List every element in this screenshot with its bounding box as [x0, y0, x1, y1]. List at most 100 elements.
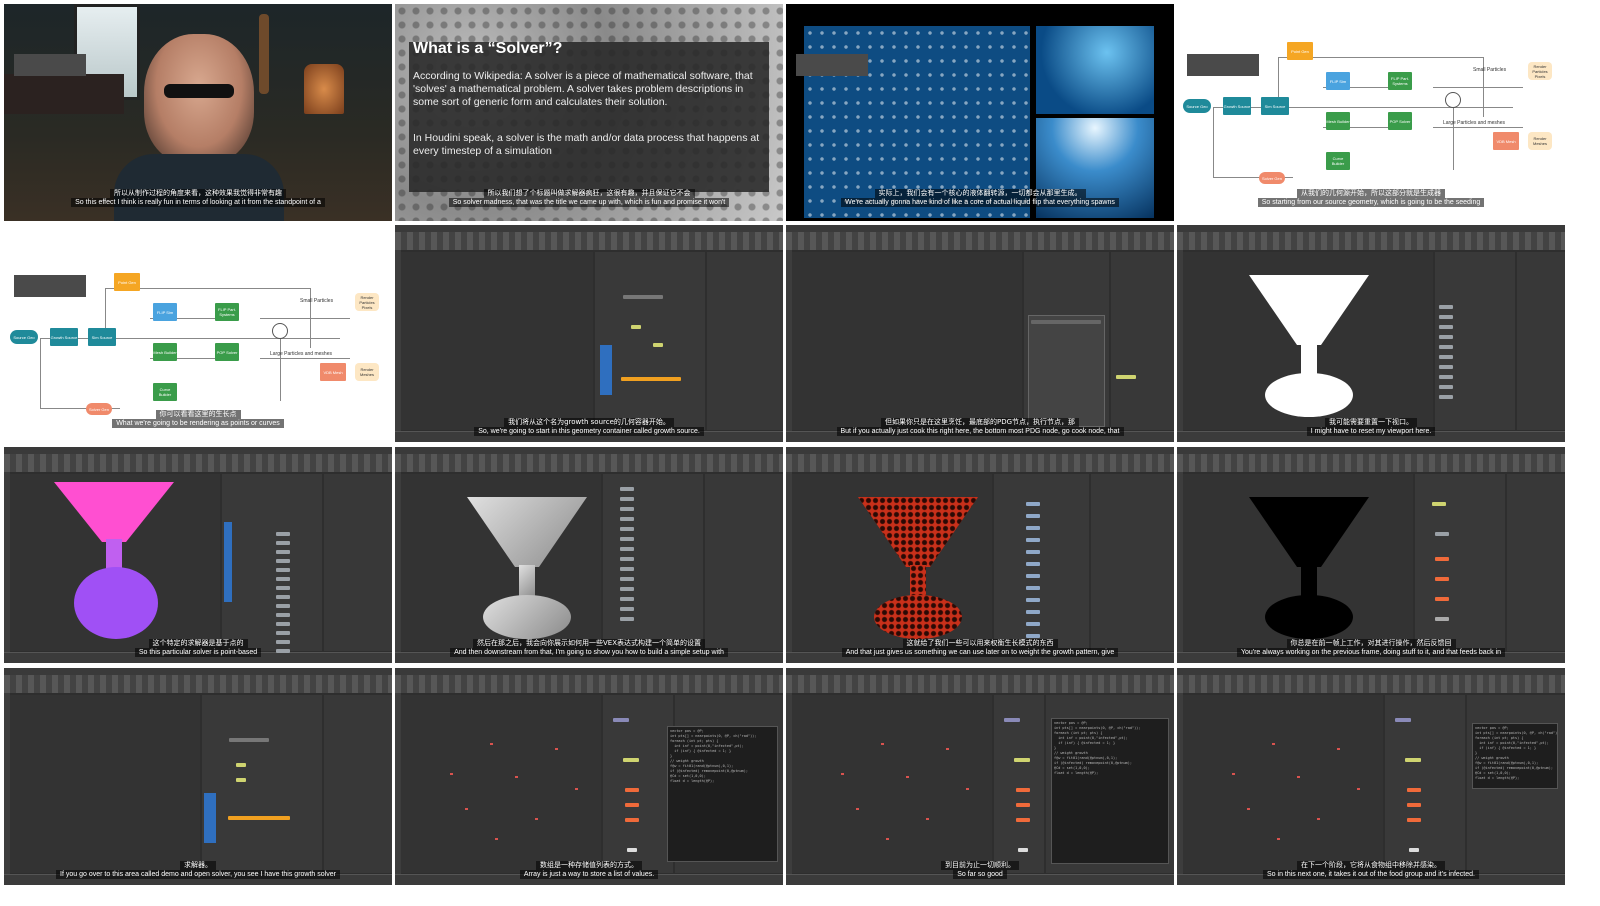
network-node[interactable] — [1031, 320, 1101, 324]
network-node[interactable] — [1439, 305, 1453, 309]
network-editor[interactable] — [603, 474, 703, 651]
network-node[interactable] — [1026, 634, 1040, 638]
network-node[interactable] — [1026, 502, 1040, 506]
network-node[interactable] — [276, 559, 290, 563]
network-node[interactable] — [620, 597, 634, 601]
network-node[interactable] — [1026, 586, 1040, 590]
vex-code-editor[interactable]: vector pos = @P; int pts[] = nearpoints(… — [667, 726, 778, 862]
network-node[interactable] — [276, 550, 290, 554]
network-node[interactable] — [620, 607, 634, 611]
network-node[interactable] — [620, 527, 634, 531]
network-node[interactable] — [1018, 848, 1028, 852]
video-frame-11[interactable]: 这就给了我们一些可以用来权衡生长模式的东西 And that just gives… — [786, 447, 1174, 663]
network-node[interactable] — [1016, 818, 1030, 822]
shelf-toolbar[interactable] — [1177, 675, 1565, 693]
network-node[interactable] — [276, 568, 290, 572]
network-node[interactable] — [621, 377, 681, 381]
shelf-toolbar[interactable] — [786, 232, 1174, 250]
network-node[interactable] — [1026, 574, 1040, 578]
menu-bar[interactable] — [786, 668, 1174, 675]
network-node[interactable] — [236, 763, 246, 767]
network-node[interactable] — [229, 738, 269, 742]
network-node[interactable] — [613, 718, 629, 722]
network-node[interactable] — [620, 537, 634, 541]
shelf-toolbar[interactable] — [1177, 454, 1565, 472]
video-frame-5[interactable]: Source Geo Growth Source Sim Source Point G… — [4, 225, 392, 442]
network-node[interactable] — [1016, 788, 1030, 792]
menu-bar[interactable] — [395, 447, 783, 454]
menu-bar[interactable] — [395, 225, 783, 232]
shelf-toolbar[interactable] — [786, 675, 1174, 693]
network-editor[interactable] — [1435, 252, 1515, 430]
network-node[interactable] — [1116, 375, 1136, 379]
network-node[interactable] — [1026, 526, 1040, 530]
viewport[interactable] — [401, 252, 593, 430]
network-node[interactable] — [631, 325, 641, 329]
network-editor[interactable] — [202, 695, 322, 873]
network-node[interactable] — [236, 778, 246, 782]
network-node[interactable] — [276, 577, 290, 581]
network-node[interactable] — [276, 595, 290, 599]
menu-bar[interactable] — [395, 668, 783, 675]
network-node[interactable] — [620, 577, 634, 581]
video-frame-14[interactable]: vector pos = @P; int pts[] = nearpoints(… — [395, 668, 783, 885]
parameter-pane[interactable] — [324, 695, 392, 873]
network-editor[interactable] — [994, 474, 1089, 651]
network-node[interactable] — [1435, 557, 1449, 561]
network-node[interactable] — [276, 622, 290, 626]
network-node[interactable] — [1407, 818, 1421, 822]
menu-bar[interactable] — [1177, 225, 1565, 232]
shelf-toolbar[interactable] — [4, 454, 392, 472]
network-node[interactable] — [620, 617, 634, 621]
network-node[interactable] — [1439, 345, 1453, 349]
network-node[interactable] — [620, 557, 634, 561]
video-frame-15[interactable]: vector pos = @P; int pts[] = nearpoints(… — [786, 668, 1174, 885]
network-node[interactable] — [627, 848, 637, 852]
parameter-pane[interactable] — [707, 252, 783, 430]
network-node[interactable] — [276, 541, 290, 545]
network-node[interactable] — [1004, 718, 1020, 722]
network-node[interactable] — [1407, 788, 1421, 792]
network-node[interactable] — [1435, 577, 1449, 581]
network-node[interactable] — [625, 818, 639, 822]
network-node[interactable] — [620, 517, 634, 521]
network-node[interactable] — [623, 295, 663, 299]
network-node[interactable] — [620, 507, 634, 511]
network-node[interactable] — [1026, 622, 1040, 626]
network-node[interactable] — [620, 567, 634, 571]
network-node[interactable] — [1439, 335, 1453, 339]
video-frame-1[interactable]: 所以从制作过程的角度来看，这种效果我觉得非常有趣 So this effect I… — [4, 4, 392, 221]
network-node[interactable] — [1026, 550, 1040, 554]
menu-bar[interactable] — [786, 225, 1174, 232]
network-node[interactable] — [623, 758, 639, 762]
menu-bar[interactable] — [4, 447, 392, 454]
vex-code-editor[interactable]: vector pos = @P; int pts[] = nearpoints(… — [1051, 718, 1169, 864]
parameter-pane[interactable] — [324, 474, 392, 651]
shelf-toolbar[interactable] — [1177, 232, 1565, 250]
network-node[interactable] — [1432, 502, 1446, 506]
vex-code-editor[interactable]: vector pos = @P; int pts[] = nearpoints(… — [1472, 723, 1558, 789]
network-node[interactable] — [276, 586, 290, 590]
video-frame-8[interactable]: 我可能需要重置一下视口。 I might have to reset my vie… — [1177, 225, 1565, 442]
parameter-pane[interactable] — [705, 474, 783, 651]
network-node[interactable] — [1016, 803, 1030, 807]
shelf-toolbar[interactable] — [395, 232, 783, 250]
parameter-pane[interactable] — [1507, 474, 1565, 651]
network-editor[interactable] — [1415, 474, 1505, 651]
network-node[interactable] — [276, 631, 290, 635]
video-frame-3[interactable]: 实际上，我们会有一个核心的液体翻转源，一切都会从那里生成。 We're actua… — [786, 4, 1174, 221]
video-frame-2[interactable]: What is a “Solver”? According to Wikipedi… — [395, 4, 783, 221]
network-node[interactable] — [1439, 325, 1453, 329]
network-node[interactable] — [653, 343, 663, 347]
video-frame-16[interactable]: vector pos = @P; int pts[] = nearpoints(… — [1177, 668, 1565, 885]
menu-bar[interactable] — [1177, 668, 1565, 675]
video-frame-10[interactable]: 然后在那之后，我会向你展示如何用一些VEX表达式构建一个简单的设置 And the… — [395, 447, 783, 663]
network-node[interactable] — [620, 547, 634, 551]
network-node[interactable] — [1014, 758, 1030, 762]
menu-bar[interactable] — [786, 447, 1174, 454]
network-node[interactable] — [1435, 617, 1449, 621]
network-node[interactable] — [1439, 395, 1453, 399]
viewport[interactable] — [401, 695, 601, 873]
parameter-pane[interactable] — [1517, 252, 1565, 430]
viewport[interactable] — [792, 695, 992, 873]
